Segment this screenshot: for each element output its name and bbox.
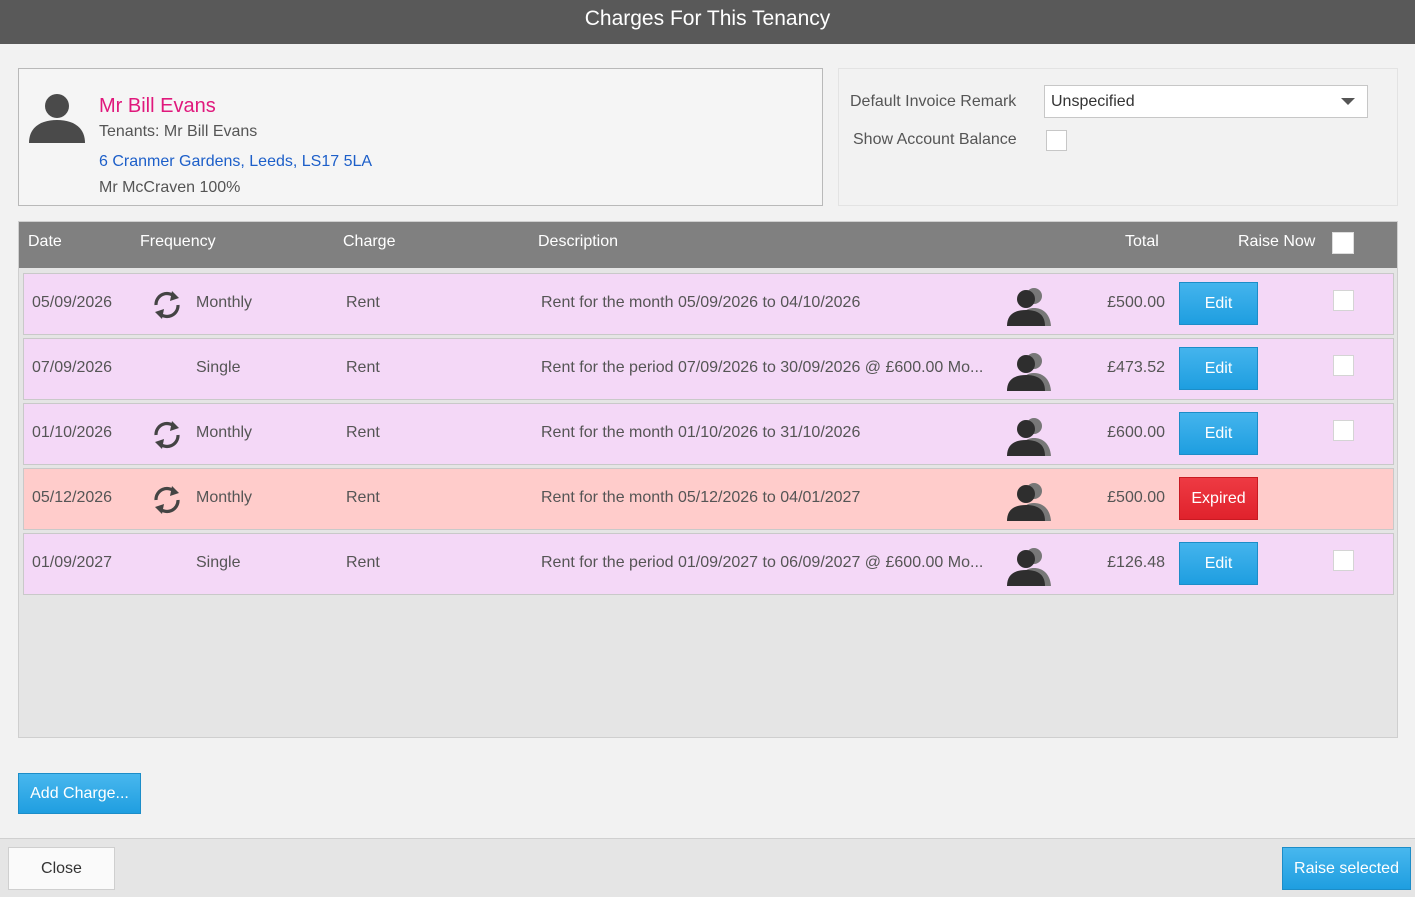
raise-now-checkbox[interactable] (1333, 420, 1354, 441)
account-balance-checkbox[interactable] (1046, 130, 1067, 151)
charge-frequency: Monthly (196, 294, 253, 311)
tenant-name[interactable]: Mr Bill Evans (99, 95, 216, 118)
close-button[interactable]: Close (8, 847, 115, 890)
invoice-remark-value: Unspecified (1051, 93, 1135, 110)
edit-button[interactable]: Edit (1179, 347, 1258, 390)
recurring-icon (148, 418, 186, 452)
charge-type: Rent (346, 294, 380, 311)
charge-total: £600.00 (1107, 424, 1165, 441)
charge-date: 01/09/2027 (32, 554, 113, 571)
charge-total: £473.52 (1107, 359, 1165, 376)
tenant-persons-icon[interactable] (1006, 286, 1052, 326)
raise-selected-button[interactable]: Raise selected (1282, 847, 1411, 890)
raise-now-checkbox[interactable] (1333, 355, 1354, 376)
person-silhouette-icon (29, 94, 85, 143)
edit-button[interactable]: Edit (1179, 542, 1258, 585)
charge-type: Rent (346, 424, 380, 441)
col-frequency[interactable]: Frequency (140, 233, 216, 251)
invoice-options-panel: Default Invoice Remark Unspecified Show … (838, 68, 1398, 206)
grid-header: Date Frequency Charge Description Total … (19, 222, 1397, 268)
charge-row[interactable]: 01/09/2027 Single Rent Rent for the period … (23, 533, 1394, 595)
charge-type: Rent (346, 554, 380, 571)
recurring-icon (148, 483, 186, 517)
invoice-remark-label: Default Invoice Remark (850, 93, 1017, 110)
charge-frequency: Monthly (196, 424, 253, 441)
charge-row[interactable]: 01/10/2026 Monthly Rent Rent for the month … (23, 403, 1394, 465)
charge-row[interactable]: 05/09/2026 Monthly Rent Rent for the month … (23, 273, 1394, 335)
charge-frequency: Single (196, 359, 241, 376)
invoice-remark-select[interactable]: Unspecified (1044, 85, 1368, 118)
charge-date: 07/09/2026 (32, 359, 113, 376)
tenant-persons-icon[interactable] (1006, 351, 1052, 391)
charge-description: Rent for the period 07/09/2026 to 30/09/… (541, 359, 984, 376)
charge-type: Rent (346, 359, 380, 376)
tenant-persons-icon[interactable] (1006, 416, 1052, 456)
charges-grid: Date Frequency Charge Description Total … (18, 221, 1398, 738)
raise-now-checkbox[interactable] (1333, 290, 1354, 311)
charge-description: Rent for the period 01/09/2027 to 06/09/… (541, 554, 984, 571)
col-total[interactable]: Total (1125, 233, 1159, 251)
col-description[interactable]: Description (538, 233, 618, 251)
charge-description: Rent for the month 05/12/2026 to 04/01/2… (541, 489, 861, 506)
charge-row[interactable]: 07/09/2026 Single Rent Rent for the period … (23, 338, 1394, 400)
tenant-persons-icon[interactable] (1006, 546, 1052, 586)
dialog-title: Charges For This Tenancy (0, 0, 1415, 44)
charge-total: £500.00 (1107, 489, 1165, 506)
charge-date: 05/12/2026 (32, 489, 113, 506)
charge-total: £500.00 (1107, 294, 1165, 311)
account-balance-label: Show Account Balance (853, 131, 1017, 148)
add-charge-button[interactable]: Add Charge... (18, 773, 141, 814)
property-address-link[interactable]: 6 Cranmer Gardens, Leeds, LS17 5LA (99, 153, 372, 171)
charge-date: 01/10/2026 (32, 424, 113, 441)
charge-frequency: Monthly (196, 489, 253, 506)
owner-share: Mr McCraven 100% (99, 179, 241, 196)
charge-description: Rent for the month 05/09/2026 to 04/10/2… (541, 294, 861, 311)
charge-type: Rent (346, 489, 380, 506)
select-all-checkbox[interactable] (1332, 232, 1354, 254)
chevron-down-icon (1341, 98, 1355, 105)
tenants-line: Tenants: Mr Bill Evans (99, 123, 258, 140)
dialog-footer: Close Raise selected (0, 838, 1415, 897)
recurring-icon (148, 288, 186, 322)
edit-button[interactable]: Edit (1179, 282, 1258, 325)
charge-total: £126.48 (1107, 554, 1165, 571)
raise-now-checkbox[interactable] (1333, 550, 1354, 571)
charge-date: 05/09/2026 (32, 294, 113, 311)
expired-button[interactable]: Expired (1179, 477, 1258, 520)
tenant-card: Mr Bill Evans Tenants: Mr Bill Evans 6 C… (18, 68, 823, 206)
charge-description: Rent for the month 01/10/2026 to 31/10/2… (541, 424, 861, 441)
col-raise-now: Raise Now (1238, 233, 1316, 250)
edit-button[interactable]: Edit (1179, 412, 1258, 455)
col-charge[interactable]: Charge (343, 233, 395, 251)
charge-row[interactable]: 05/12/2026 Monthly Rent Rent for the month … (23, 468, 1394, 530)
tenant-persons-icon[interactable] (1006, 481, 1052, 521)
col-date[interactable]: Date (28, 233, 62, 251)
charge-frequency: Single (196, 554, 241, 571)
